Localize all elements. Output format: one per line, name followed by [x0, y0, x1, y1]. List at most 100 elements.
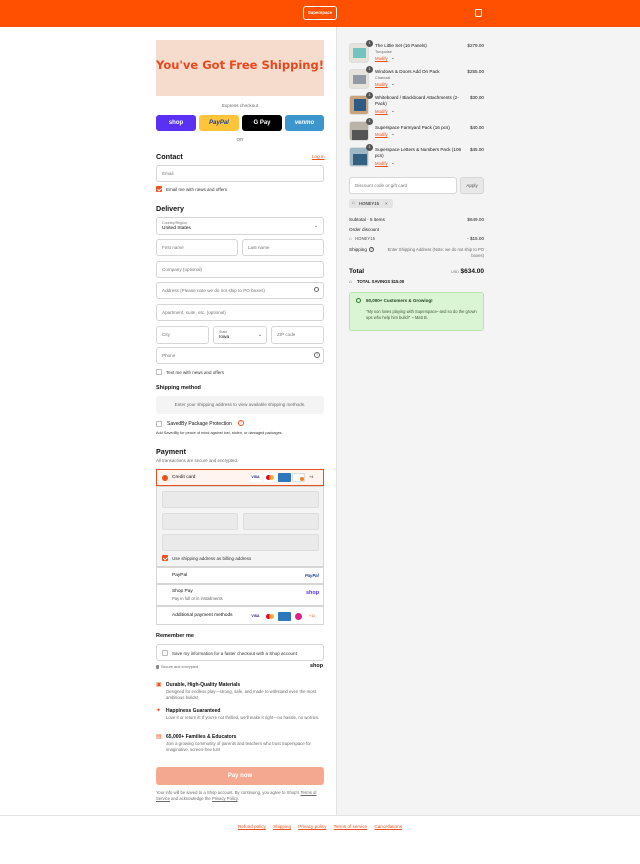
address-field[interactable]: Address (Please note we do not ship to P… [156, 282, 324, 299]
save-info-option[interactable]: Save my information for a faster checkou… [156, 644, 324, 661]
country-select[interactable]: Country/Region United States ⌄ [156, 217, 324, 235]
shop-logo: shop [306, 590, 320, 596]
state-label: State [219, 330, 228, 334]
save-info-checkbox[interactable] [162, 650, 168, 656]
state-select[interactable]: State Iowa ⌄ [213, 326, 267, 344]
total-value: $634.00 [460, 268, 485, 275]
chevron-down-icon[interactable]: ⌄ [391, 160, 395, 166]
tag-icon: ⌂ [352, 200, 355, 205]
modify-link[interactable]: Modify [375, 56, 388, 61]
text-news-label: Text me with news and offers [166, 370, 224, 375]
quantity-badge: 1 [366, 92, 373, 99]
feature-description: Designed for endless play—strong, safe, … [166, 689, 316, 700]
footer-links: Refund policy Shipping Privacy policy Te… [0, 824, 640, 829]
paypal-button[interactable]: PayPal [199, 115, 239, 131]
order-discount-label: Order discount [349, 227, 380, 232]
country-label: Country/Region [162, 221, 187, 225]
city-placeholder: City [162, 332, 170, 337]
google-pay-button[interactable]: G Pay [242, 115, 282, 131]
billing-same-checkbox[interactable] [162, 555, 168, 561]
refund-policy-link[interactable]: Refund policy [238, 824, 266, 829]
help-icon[interactable]: ? [314, 352, 320, 358]
modify-link[interactable]: Modify [375, 132, 388, 137]
promo-box: 50,000+ Customers & Growing! "My son lov… [349, 292, 484, 331]
privacy-policy-link[interactable]: Privacy policy [298, 824, 326, 829]
paypal-label: PayPal [172, 573, 188, 578]
modify-link[interactable]: Modify [375, 109, 388, 114]
shop-pay-description: Pay in full or in installments [172, 596, 223, 601]
discount-code-label: HONEY15 [355, 236, 376, 241]
additional-payment-option[interactable]: Additional payment methods VISA +11 [156, 606, 324, 625]
state-value: Iowa [219, 335, 230, 340]
visa-icon: VISA [249, 612, 262, 621]
item-price: $30.00 [469, 95, 484, 100]
product-thumbnail [349, 69, 369, 89]
product-thumbnail [349, 43, 369, 63]
radio-selected [162, 475, 168, 481]
chevron-down-icon[interactable]: ⌄ [391, 131, 395, 137]
credit-card-option[interactable]: Credit card VISA +4 [156, 469, 324, 486]
shipping-value: Enter Shipping Address (Note: we do not … [387, 247, 484, 258]
close-icon[interactable]: × [385, 201, 388, 206]
feature-title: Durable, High-Quality Materials [166, 682, 241, 688]
more-cards-count: +4 [309, 475, 314, 479]
pay-now-button[interactable]: Pay now [156, 767, 324, 785]
email-field[interactable]: Email [156, 165, 324, 182]
shop-pay-button[interactable]: shop [156, 115, 196, 131]
first-name-field[interactable]: First name [156, 239, 238, 256]
email-news-checkbox[interactable] [156, 186, 162, 192]
zip-field[interactable]: ZIP code [271, 326, 324, 344]
apply-button[interactable]: Apply [460, 177, 484, 194]
paypal-option[interactable]: PayPal PayPal [156, 567, 324, 584]
shop-pay-option[interactable]: Shop Pay Pay in full or in installments … [156, 584, 324, 606]
email-news-label: Email me with news and offers [166, 187, 227, 192]
lock-icon [156, 665, 159, 669]
credit-card-label: Credit card [172, 475, 196, 480]
bag-icon[interactable] [475, 9, 482, 17]
tag-icon: ⌂ [349, 279, 352, 284]
footer-divider [0, 815, 640, 816]
help-icon[interactable]: ? [369, 247, 374, 252]
apartment-field[interactable]: Apartment, suite, etc. (optional) [156, 304, 324, 321]
terms-text: Your info will be saved to a Shop accoun… [156, 790, 324, 802]
company-field[interactable]: Company (optional) [156, 261, 324, 278]
shipping-link[interactable]: Shipping [273, 824, 291, 829]
last-name-field[interactable]: Last name [242, 239, 324, 256]
order-summary-column [336, 27, 640, 815]
save-info-label: Save my information for a faster checkou… [172, 651, 297, 656]
card-number-field[interactable] [162, 491, 319, 508]
info-icon[interactable]: ? [238, 420, 244, 426]
feature-title: Happiness Guaranteed [166, 708, 221, 714]
text-news-checkbox[interactable] [156, 369, 162, 375]
banner-text: You've Got Free Shipping! [156, 58, 324, 72]
contact-title: Contact [156, 152, 183, 161]
quantity-badge: 1 [366, 118, 373, 125]
modify-link[interactable]: Modify [375, 161, 388, 166]
login-link[interactable]: Log in [312, 154, 325, 159]
phone-field[interactable]: Phone ? [156, 347, 324, 364]
secure-label: Secure and encrypted [161, 665, 199, 669]
superspace-logo[interactable]: Superspace [303, 6, 337, 20]
shipping-method-title: Shipping method [156, 385, 201, 391]
modify-link[interactable]: Modify [375, 82, 388, 87]
expiration-field[interactable] [162, 513, 238, 530]
venmo-button[interactable]: venmo [285, 115, 324, 131]
subtotal-value: $649.00 [467, 217, 484, 222]
chevron-down-icon: ⌄ [258, 332, 263, 338]
terms-of-service-link[interactable]: Terms of service [334, 824, 367, 829]
security-code-field[interactable] [243, 513, 319, 530]
shipping-methods-placeholder: Enter your shipping address to view avai… [156, 396, 324, 414]
chevron-down-icon[interactable]: ⌄ [391, 55, 395, 61]
chevron-down-icon[interactable]: ⌄ [391, 81, 395, 87]
visa-icon: VISA [249, 473, 262, 482]
discount-code-field[interactable]: Discount code or gift card [349, 177, 457, 194]
zip-placeholder: ZIP code [277, 332, 296, 337]
users-icon: ▤ [156, 734, 162, 740]
city-field[interactable]: City [156, 326, 209, 344]
cancellations-link[interactable]: Cancellations [374, 824, 402, 829]
name-on-card-field[interactable] [162, 534, 319, 551]
savedby-checkbox[interactable] [156, 421, 162, 427]
shop-pay-label: Shop Pay [172, 589, 193, 594]
privacy-policy-link[interactable]: Privacy Policy [212, 796, 238, 801]
chevron-down-icon[interactable]: ⌄ [391, 108, 395, 114]
